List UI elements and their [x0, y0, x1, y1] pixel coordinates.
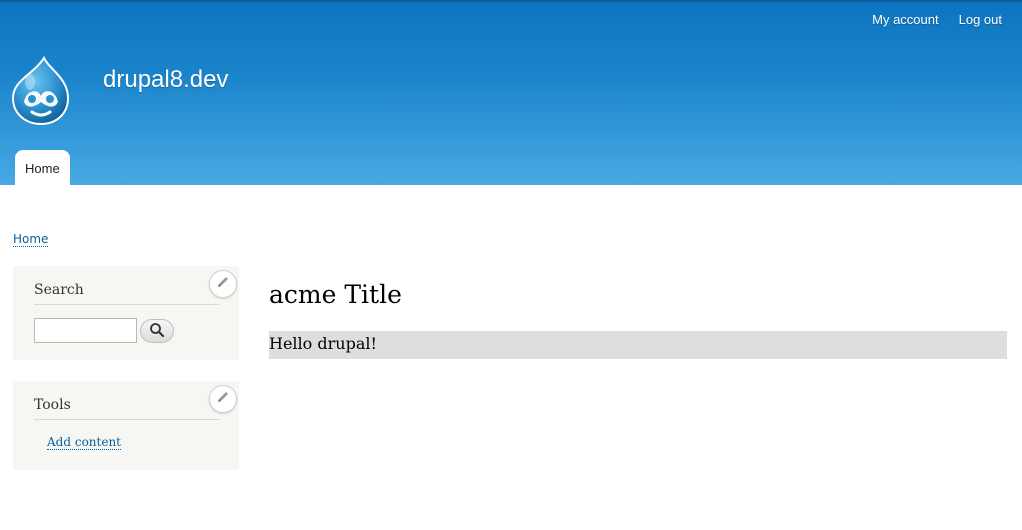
- tools-block-title: Tools: [34, 397, 219, 420]
- tools-block: Tools Add content: [13, 381, 239, 470]
- search-block: Search: [13, 266, 239, 360]
- tools-block-edit-button[interactable]: [209, 385, 237, 413]
- my-account-link[interactable]: My account: [872, 12, 938, 27]
- secondary-menu: My account Log out: [872, 12, 1002, 27]
- page-title: acme Title: [269, 280, 402, 309]
- pencil-icon: [216, 275, 230, 294]
- drupal-logo-icon[interactable]: [10, 54, 72, 126]
- main-menu: Home: [15, 150, 70, 187]
- search-block-title: Search: [34, 282, 219, 305]
- tab-home[interactable]: Home: [15, 150, 70, 187]
- search-button[interactable]: [140, 319, 174, 343]
- search-block-edit-button[interactable]: [209, 270, 237, 298]
- log-out-link[interactable]: Log out: [959, 12, 1002, 27]
- breadcrumb-home-link[interactable]: Home: [13, 232, 49, 247]
- magnifier-icon: [149, 322, 165, 341]
- site-header: My account Log out drupal8.dev Home: [0, 0, 1022, 187]
- search-input[interactable]: [34, 318, 137, 343]
- content-body: Hello drupal!: [269, 331, 1007, 359]
- site-name[interactable]: drupal8.dev: [103, 66, 228, 94]
- add-content-link[interactable]: Add content: [47, 435, 121, 450]
- pencil-icon: [216, 390, 230, 409]
- breadcrumb: Home: [13, 232, 49, 247]
